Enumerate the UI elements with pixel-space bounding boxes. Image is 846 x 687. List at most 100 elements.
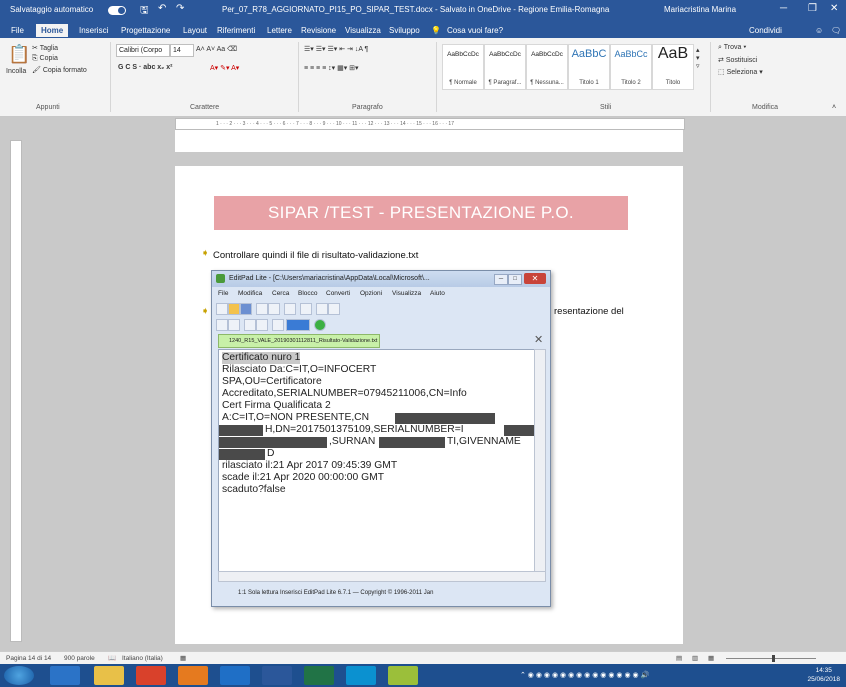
menu-view[interactable]: Visualizza <box>392 288 421 300</box>
outlook-icon[interactable] <box>220 666 250 685</box>
print-icon[interactable] <box>256 303 268 315</box>
menu-convert[interactable]: Converti <box>326 288 350 300</box>
tab-developer[interactable]: Sviluppo <box>384 24 425 37</box>
redo-icon[interactable]: ↷ <box>176 3 184 14</box>
close-icon[interactable]: ✕ <box>830 3 838 14</box>
align-icons[interactable]: ≡ ≡ ≡ ≡ ↕▾ ▦▾ ⊞▾ <box>304 64 359 72</box>
start-button[interactable] <box>4 666 34 685</box>
menu-edit[interactable]: Modifica <box>238 288 262 300</box>
share-button[interactable]: Condividi <box>744 24 787 37</box>
app-icon[interactable] <box>388 666 418 685</box>
horizontal-scrollbar[interactable] <box>218 571 546 582</box>
editpad-file-tab[interactable]: 1240_R15_VALE_20190301112811_Risultato-V… <box>218 334 380 348</box>
editpad-window[interactable]: EditPad Lite - [C:\Users\mariacristina\A… <box>211 270 551 607</box>
chrome-icon[interactable] <box>136 666 166 685</box>
maximize-icon[interactable]: ❐ <box>808 3 817 14</box>
editpad-close-icon[interactable]: ✕ <box>524 273 546 284</box>
text-icon[interactable] <box>272 319 284 331</box>
firefox-icon[interactable] <box>178 666 208 685</box>
style-title[interactable]: AaB Titolo <box>652 44 694 90</box>
replace-icon[interactable] <box>256 319 268 331</box>
save-file-icon[interactable] <box>240 303 252 315</box>
tab-design[interactable]: Progettazione <box>116 24 175 37</box>
tab-home[interactable]: Home <box>36 24 69 37</box>
tab-mailings[interactable]: Lettere <box>262 24 297 37</box>
menu-help[interactable]: Aiuto <box>430 288 445 300</box>
open-folder-icon[interactable] <box>228 303 240 315</box>
copy-button[interactable]: ⎘ Copia <box>32 55 58 63</box>
doc-line-1: Controllare quindi il file di risultato-… <box>213 250 419 261</box>
close-tab-icon[interactable]: ✕ <box>534 333 543 346</box>
cut-icon[interactable] <box>268 303 280 315</box>
menu-file[interactable]: File <box>218 288 228 300</box>
collapse-ribbon-icon[interactable]: ˄ <box>832 104 836 111</box>
cut-button[interactable]: ✂ Taglia <box>32 44 58 52</box>
tab-insert[interactable]: Inserisci <box>74 24 113 37</box>
autosave-toggle[interactable] <box>104 6 126 16</box>
font-name-box[interactable]: Calibri (Corpo <box>116 44 170 57</box>
tab-view[interactable]: Visualizza <box>340 24 386 37</box>
autosave-label: Salvataggio automatico <box>10 5 94 14</box>
tab-layout[interactable]: Layout <box>178 24 212 37</box>
tab-references[interactable]: Riferimenti <box>212 24 260 37</box>
tell-me-box[interactable]: Cosa vuoi fare? <box>442 24 508 37</box>
vertical-scrollbar[interactable] <box>534 349 546 573</box>
format-painter-button[interactable]: 🖌 Copia formato <box>32 66 87 74</box>
tab-review[interactable]: Revisione <box>296 24 341 37</box>
excel-icon[interactable] <box>304 666 334 685</box>
replace-button[interactable]: ⇄ Sostituisci <box>718 56 757 64</box>
style-normal[interactable]: AaBbCcDc ¶ Normale <box>442 44 484 90</box>
menu-options[interactable]: Opzioni <box>360 288 382 300</box>
explorer-icon[interactable] <box>94 666 124 685</box>
ie-icon[interactable] <box>50 666 80 685</box>
left-icon[interactable] <box>216 319 228 331</box>
find-button[interactable]: ⌕ Trova ▾ <box>718 44 746 52</box>
editpad-maximize-icon[interactable]: □ <box>508 274 522 285</box>
redo-icon[interactable] <box>300 303 312 315</box>
style-paragraph[interactable]: AaBbCcDc ¶ Paragraf... <box>484 44 526 90</box>
font-color-icon[interactable]: A▾ ✎▾ A▾ <box>210 64 239 72</box>
minimize-icon[interactable]: ─ <box>780 3 787 14</box>
copy-icon[interactable] <box>316 303 328 315</box>
redaction-block <box>219 449 265 460</box>
font-grow-icon[interactable]: A˄ A˅ Aa ⌫ <box>196 45 237 53</box>
word-icon[interactable] <box>262 666 292 685</box>
style-heading-2[interactable]: AaBbCc Titolo 2 <box>610 44 652 90</box>
zoom-slider-thumb[interactable] <box>772 655 775 662</box>
color-icon[interactable] <box>286 319 310 331</box>
zoom-slider[interactable] <box>726 658 816 659</box>
clock[interactable]: 14:35 25/06/2018 <box>807 664 840 687</box>
comments-icon[interactable]: 🗨 <box>826 24 846 37</box>
doc-line-2: resentazione del <box>554 306 624 317</box>
right-icon[interactable] <box>228 319 240 331</box>
save-icon[interactable]: 🖫 <box>140 3 149 20</box>
menu-block[interactable]: Blocco <box>298 288 318 300</box>
paste-icon[interactable]: 📋 <box>8 44 30 65</box>
styles-scroll-icon[interactable]: ▴ ▾ ▿ <box>696 46 700 70</box>
style-heading-1[interactable]: AaBbC Titolo 1 <box>568 44 610 90</box>
tab-file[interactable]: File <box>6 24 29 37</box>
style-no-spacing[interactable]: AaBbCcDc ¶ Nessuna... <box>526 44 568 90</box>
editpad-toolbar-2 <box>216 317 536 331</box>
paste-button[interactable]: Incolla <box>6 68 26 75</box>
select-button[interactable]: ⬚ Seleziona ▾ <box>718 68 763 76</box>
paste-icon[interactable] <box>328 303 340 315</box>
undo-icon[interactable] <box>284 303 296 315</box>
editpad-title-bar[interactable]: EditPad Lite - [C:\Users\mariacristina\A… <box>212 271 550 287</box>
tray-icons[interactable]: ⌃ ◉ ◉ ◉ ◉ ◉ ◉ ◉ ◉ ◉ ◉ ◉ ◉ ◉ ◉ 🔊 <box>520 671 649 679</box>
horizontal-ruler[interactable]: 1 · · · 2 · · · 3 · · · 4 · · · 5 · · · … <box>175 118 685 130</box>
skype-icon[interactable] <box>346 666 376 685</box>
redaction-block <box>504 425 534 436</box>
find-icon[interactable] <box>244 319 256 331</box>
user-name[interactable]: Mariacristina Marina <box>664 5 736 14</box>
editpad-minimize-icon[interactable]: ─ <box>494 274 508 285</box>
go-icon[interactable] <box>314 319 326 331</box>
text-line: Rilasciato Da:C=IT,O=INFOCERT <box>222 364 377 375</box>
menu-search[interactable]: Cerca <box>272 288 289 300</box>
font-size-box[interactable]: 14 <box>170 44 194 57</box>
undo-icon[interactable]: ↶ <box>158 3 166 14</box>
format-buttons[interactable]: G C S · abc x₂ x² <box>118 64 172 71</box>
editpad-text-area[interactable]: Certificato nuro 1 Rilasciato Da:C=IT,O=… <box>218 349 536 573</box>
bullets-icon[interactable]: ☰▾ ☰▾ ☰▾ ⇤ ⇥ ↓A ¶ <box>304 45 368 53</box>
new-file-icon[interactable] <box>216 303 228 315</box>
